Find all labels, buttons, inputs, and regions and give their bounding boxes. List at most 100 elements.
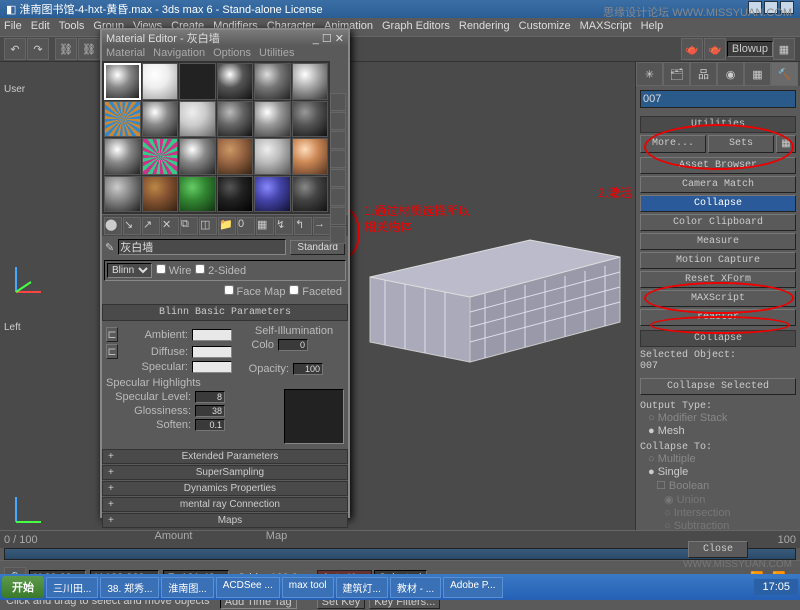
video-check-icon[interactable] bbox=[330, 169, 346, 187]
nav-forward-icon[interactable]: → bbox=[313, 217, 331, 235]
menu-rendering[interactable]: Rendering bbox=[459, 20, 510, 34]
specular-swatch[interactable] bbox=[192, 361, 232, 373]
spec-level-spinner[interactable]: 8 bbox=[195, 391, 225, 403]
quick-render-button[interactable]: 🫖 bbox=[704, 38, 726, 60]
rollup-extended-parameters[interactable]: Extended Parameters bbox=[102, 449, 348, 464]
collapse-selected-button[interactable]: Collapse Selected bbox=[640, 378, 796, 395]
material-slot-16[interactable] bbox=[254, 138, 291, 175]
util-color-clipboard[interactable]: Color Clipboard bbox=[640, 214, 796, 231]
material-slot-8[interactable] bbox=[179, 101, 216, 138]
system-tray[interactable]: 17:05 bbox=[754, 579, 798, 595]
material-slot-11[interactable] bbox=[292, 101, 329, 138]
task-item[interactable]: 三川田... bbox=[46, 577, 98, 598]
utilities-rollout-head[interactable]: Utilities bbox=[640, 116, 796, 133]
menu-file[interactable]: File bbox=[4, 20, 22, 34]
material-side-toolbar[interactable] bbox=[330, 93, 346, 245]
tab-display[interactable]: ▦ bbox=[744, 62, 771, 86]
material-slot-6[interactable] bbox=[104, 101, 141, 138]
make-unique-icon[interactable]: ◫ bbox=[199, 217, 217, 235]
matmenu-navigation[interactable]: Navigation bbox=[153, 47, 205, 59]
menu-edit[interactable]: Edit bbox=[31, 20, 50, 34]
matmenu-material[interactable]: Material bbox=[106, 47, 145, 59]
background-icon[interactable] bbox=[330, 131, 346, 149]
collapse-rollout-head[interactable]: Collapse bbox=[640, 330, 796, 347]
util-asset-browser[interactable]: Asset Browser bbox=[640, 157, 796, 174]
diffuse-lock-icon[interactable]: ⊏ bbox=[106, 344, 118, 359]
object-name-field[interactable] bbox=[640, 90, 796, 108]
material-slot-1[interactable] bbox=[142, 63, 179, 100]
material-slot-4[interactable] bbox=[254, 63, 291, 100]
material-sample-slots[interactable] bbox=[102, 61, 330, 214]
rollup-supersampling[interactable]: SuperSampling bbox=[102, 465, 348, 480]
undo-button[interactable]: ↶ bbox=[4, 38, 26, 60]
material-slot-20[interactable] bbox=[179, 176, 216, 213]
menu-grapheditors[interactable]: Graph Editors bbox=[382, 20, 450, 34]
glossiness-spinner[interactable]: 38 bbox=[195, 405, 225, 417]
self-illum-spinner[interactable]: 0 bbox=[278, 339, 308, 351]
command-panel-tabs[interactable]: ✳ 🗂 品 ◉ ▦ 🔨 bbox=[636, 62, 800, 86]
task-item[interactable]: Adobe P... bbox=[443, 577, 502, 598]
matmenu-utilities[interactable]: Utilities bbox=[259, 47, 294, 59]
get-material-icon[interactable]: ⬤ bbox=[104, 217, 122, 235]
reset-icon[interactable]: ✕ bbox=[161, 217, 179, 235]
radio-mesh[interactable]: ● Mesh bbox=[648, 425, 685, 437]
options-icon[interactable] bbox=[330, 207, 346, 225]
util-reset-xform[interactable]: Reset XForm bbox=[640, 271, 796, 288]
start-button[interactable]: 开始 bbox=[2, 576, 44, 598]
rollup-dynamics-properties[interactable]: Dynamics Properties bbox=[102, 481, 348, 496]
sets-button[interactable]: Sets bbox=[708, 135, 774, 153]
tab-modify[interactable]: 🗂 bbox=[663, 62, 690, 86]
material-slot-13[interactable] bbox=[142, 138, 179, 175]
chk-2sided[interactable]: 2-Sided bbox=[195, 264, 246, 277]
pick-icon[interactable]: ✎ bbox=[105, 241, 114, 254]
material-slot-3[interactable] bbox=[217, 63, 254, 100]
close-button[interactable]: Close bbox=[688, 541, 748, 558]
menu-help[interactable]: Help bbox=[641, 20, 664, 34]
util-maxscript[interactable]: MAXScript bbox=[640, 290, 796, 307]
material-editor-titlebar[interactable]: Material Editor - 灰白墙_ ☐ ✕ bbox=[102, 30, 348, 46]
task-item[interactable]: 建筑灯... bbox=[336, 577, 388, 598]
shader-dropdown[interactable]: Blinn bbox=[107, 263, 152, 278]
nav-parent-icon[interactable]: ↰ bbox=[294, 217, 312, 235]
make-copy-icon[interactable]: ⧉ bbox=[180, 217, 198, 235]
select-by-mat-icon[interactable] bbox=[330, 226, 346, 244]
link-button[interactable]: ⛓ bbox=[55, 38, 77, 60]
tab-utilities[interactable]: 🔨 bbox=[771, 62, 798, 86]
material-slot-5[interactable] bbox=[292, 63, 329, 100]
radio-modifier-stack[interactable]: ○ Modifier Stack bbox=[648, 412, 727, 424]
assign-icon[interactable]: ↗ bbox=[142, 217, 160, 235]
material-slot-21[interactable] bbox=[217, 176, 254, 213]
opacity-spinner[interactable]: 100 bbox=[293, 363, 323, 375]
tab-motion[interactable]: ◉ bbox=[717, 62, 744, 86]
more-button[interactable]: More... bbox=[640, 135, 706, 153]
util-collapse[interactable]: Collapse bbox=[640, 195, 796, 212]
sample-uv-icon[interactable] bbox=[330, 150, 346, 168]
material-slot-9[interactable] bbox=[217, 101, 254, 138]
util-camera-match[interactable]: Camera Match bbox=[640, 176, 796, 193]
rollup-maps[interactable]: Maps bbox=[102, 513, 348, 528]
task-item[interactable]: 淮南图... bbox=[161, 577, 213, 598]
material-slot-19[interactable] bbox=[142, 176, 179, 213]
put-to-scene-icon[interactable]: ↘ bbox=[123, 217, 141, 235]
material-slot-22[interactable] bbox=[254, 176, 291, 213]
show-end-icon[interactable]: ↯ bbox=[275, 217, 293, 235]
util-reactor[interactable]: reactor bbox=[640, 309, 796, 326]
material-slot-10[interactable] bbox=[254, 101, 291, 138]
render-type-dropdown[interactable]: Blowup bbox=[727, 41, 773, 57]
chk-wire[interactable]: Wire bbox=[156, 264, 191, 277]
material-editor-menubar[interactable]: Material Navigation Options Utilities bbox=[102, 46, 348, 61]
windows-taskbar[interactable]: 开始 三川田...38. 郑秀...淮南图...ACDSee ...max to… bbox=[0, 574, 800, 600]
tab-create[interactable]: ✳ bbox=[636, 62, 663, 86]
material-slot-7[interactable] bbox=[142, 101, 179, 138]
menu-tools[interactable]: Tools bbox=[59, 20, 85, 34]
task-item[interactable]: 教材 - ... bbox=[390, 577, 441, 598]
basic-params-head[interactable]: Blinn Basic Parameters bbox=[102, 304, 348, 321]
unlink-button[interactable]: ⛓ bbox=[78, 38, 100, 60]
util-motion-capture[interactable]: Motion Capture bbox=[640, 252, 796, 269]
make-preview-icon[interactable] bbox=[330, 188, 346, 206]
soften-spinner[interactable]: 0.1 bbox=[195, 419, 225, 431]
ambient-lock-icon[interactable]: ⊏ bbox=[106, 327, 118, 342]
material-slot-23[interactable] bbox=[292, 176, 329, 213]
material-name-field[interactable] bbox=[118, 239, 286, 255]
matmenu-options[interactable]: Options bbox=[213, 47, 251, 59]
